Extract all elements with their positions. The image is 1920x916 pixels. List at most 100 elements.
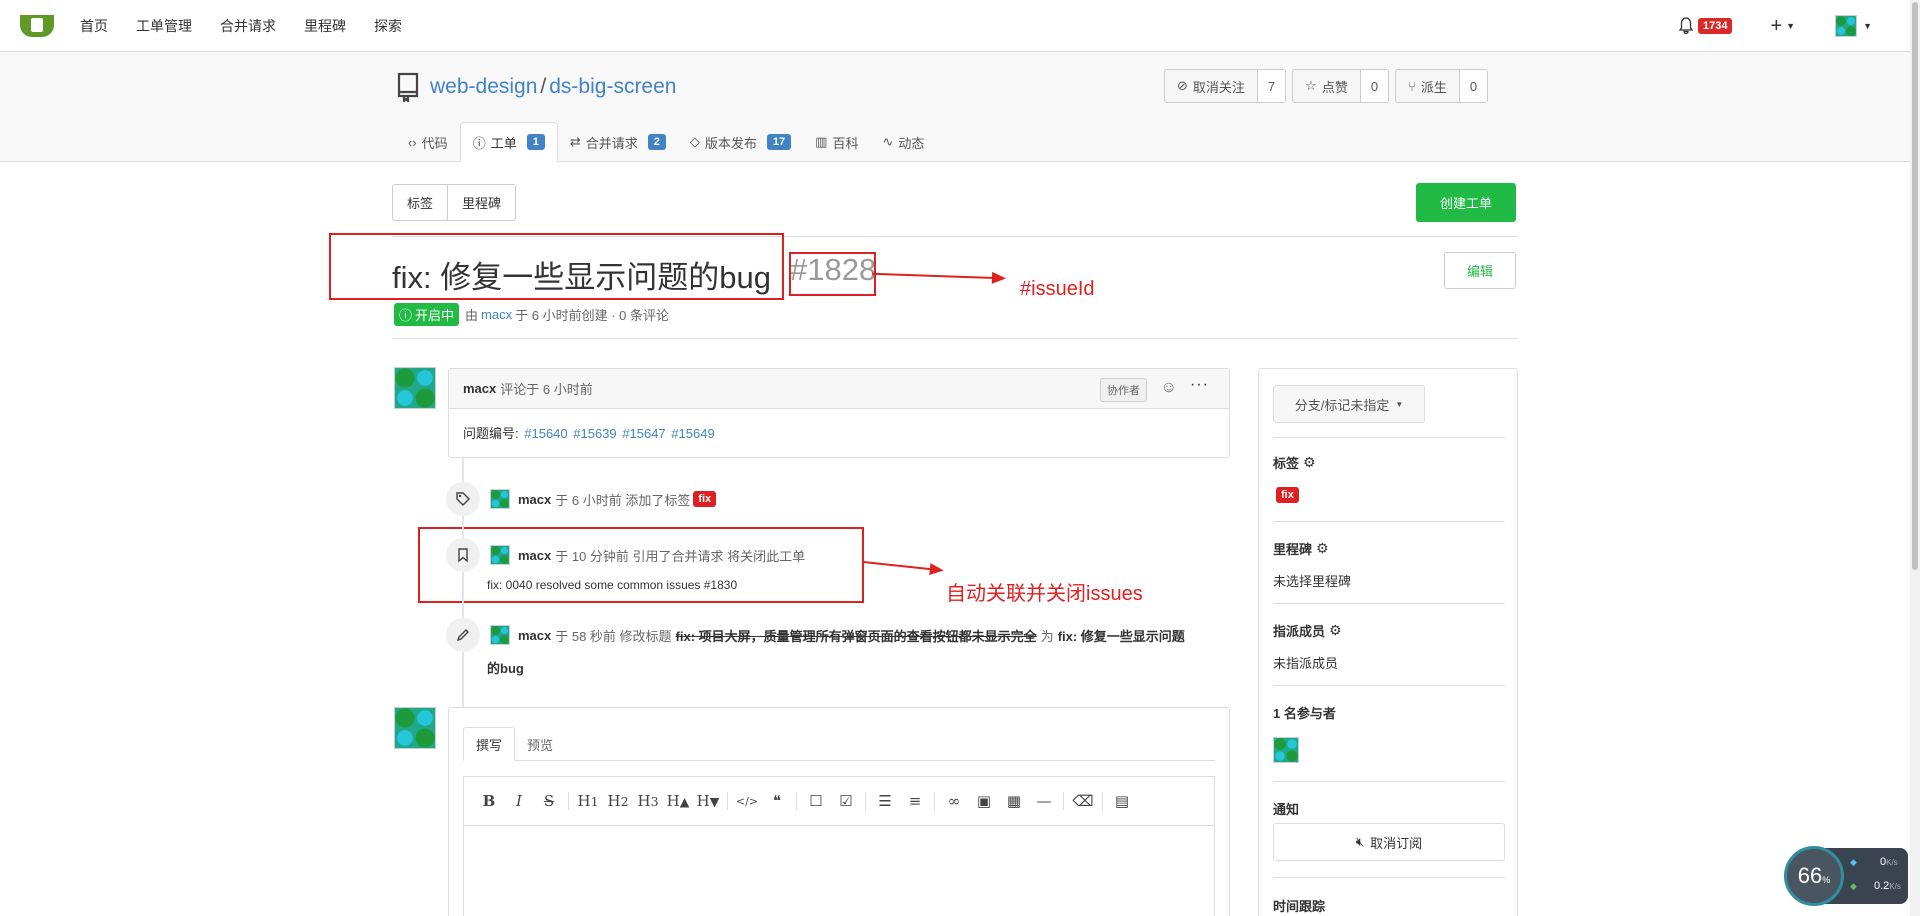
heading2-icon[interactable]: H2 bbox=[603, 792, 633, 810]
avatar[interactable] bbox=[490, 625, 510, 645]
current-user-avatar[interactable] bbox=[394, 707, 436, 749]
issue-ref-link[interactable]: #15639 bbox=[573, 426, 616, 441]
star-button[interactable]: ☆ 点赞 0 bbox=[1292, 69, 1390, 103]
tab-code[interactable]: ‹› 代码 bbox=[396, 122, 460, 162]
checkbox-checked-icon[interactable]: ☑ bbox=[831, 792, 861, 810]
nav-issues[interactable]: 工单管理 bbox=[136, 16, 192, 36]
toolbar-separator bbox=[934, 792, 935, 810]
toolbar-separator bbox=[727, 792, 728, 810]
repo-icon bbox=[396, 72, 420, 104]
gauge-percent: 66 bbox=[1797, 863, 1823, 888]
create-issue-button[interactable]: 创建工单 bbox=[1416, 183, 1516, 222]
tab-write[interactable]: 撰写 bbox=[463, 727, 516, 761]
label-badge[interactable]: fix bbox=[693, 491, 717, 507]
issue-ref-link[interactable]: #15649 bbox=[671, 426, 714, 441]
chevron-down-icon[interactable]: ▼ bbox=[1786, 21, 1795, 31]
tab-preview[interactable]: 预览 bbox=[515, 727, 565, 761]
repo-name-link[interactable]: ds-big-screen bbox=[549, 75, 676, 98]
heading3-icon[interactable]: H3 bbox=[633, 792, 663, 810]
unwatch-button[interactable]: ⊘ 取消关注 7 bbox=[1164, 69, 1287, 103]
author-link[interactable]: macx bbox=[481, 307, 512, 322]
branch-select-button[interactable]: 分支/标记未指定 ▼ bbox=[1273, 385, 1425, 423]
issue-ref-link[interactable]: #15647 bbox=[622, 426, 665, 441]
link-icon[interactable]: ∞ bbox=[939, 792, 969, 810]
cpu-gauge[interactable]: 66% bbox=[1784, 846, 1844, 906]
participant-avatar[interactable] bbox=[1273, 737, 1299, 763]
plus-icon[interactable]: + bbox=[1770, 15, 1782, 38]
nav-explore[interactable]: 探索 bbox=[374, 16, 402, 36]
comment-author[interactable]: macx bbox=[463, 381, 496, 396]
quote-icon[interactable]: ❝ bbox=[762, 792, 792, 810]
avatar[interactable] bbox=[490, 489, 510, 509]
event-text: 于 10 分钟前 引用了合并请求 将关闭此工单 bbox=[555, 548, 806, 564]
image-icon[interactable]: ▣ bbox=[969, 792, 999, 810]
tab-label: 工单 bbox=[490, 135, 517, 151]
download-speed: 0.2K/s bbox=[1874, 880, 1901, 892]
horizontal-rule-icon[interactable]: — bbox=[1029, 792, 1059, 810]
gear-icon[interactable]: ⚙ bbox=[1329, 622, 1342, 639]
issue-ref-link[interactable]: #15640 bbox=[524, 426, 567, 441]
milestone-heading[interactable]: 里程碑 ⚙ bbox=[1273, 539, 1329, 558]
repo-owner-link[interactable]: web-design bbox=[430, 75, 537, 98]
tab-releases[interactable]: ◇ 版本发布 17 bbox=[678, 122, 803, 162]
gitea-logo-icon[interactable] bbox=[20, 14, 54, 37]
gear-icon[interactable]: ⚙ bbox=[1316, 540, 1329, 557]
gauge-unit: % bbox=[1822, 875, 1831, 885]
pencil-icon bbox=[446, 618, 480, 652]
tab-label: 代码 bbox=[421, 135, 448, 151]
labels-button[interactable]: 标签 bbox=[393, 185, 447, 220]
tab-activity[interactable]: ∿ 动态 bbox=[870, 122, 936, 162]
smiley-icon[interactable]: ☺ bbox=[1161, 379, 1177, 397]
gear-icon[interactable]: ⚙ bbox=[1303, 454, 1316, 471]
repo-header: web-design / ds-big-screen ⊘ 取消关注 7 ☆ 点赞 0 ⑂… bbox=[0, 52, 1910, 162]
comment-textarea[interactable] bbox=[463, 825, 1215, 916]
event-user[interactable]: macx bbox=[518, 628, 551, 643]
nav-milestones[interactable]: 里程碑 bbox=[304, 16, 346, 36]
user-avatar[interactable] bbox=[1835, 15, 1858, 37]
event-user[interactable]: macx bbox=[518, 548, 551, 563]
scrollbar-thumb[interactable] bbox=[1912, 2, 1918, 570]
notification-count-badge[interactable]: 1734 bbox=[1697, 18, 1733, 34]
event-user[interactable]: macx bbox=[518, 492, 551, 507]
checkbox-empty-icon[interactable]: ☐ bbox=[801, 792, 831, 810]
more-options-icon[interactable]: ··· bbox=[1190, 376, 1209, 394]
toolbar-separator bbox=[865, 792, 866, 810]
bold-icon[interactable]: B bbox=[474, 792, 504, 810]
eraser-icon[interactable]: ⌫ bbox=[1068, 792, 1098, 810]
milestones-button[interactable]: 里程碑 bbox=[447, 185, 515, 220]
bell-icon[interactable] bbox=[1678, 17, 1694, 35]
avatar[interactable] bbox=[490, 545, 510, 565]
edit-title-button[interactable]: 编辑 bbox=[1444, 252, 1516, 289]
nav-home[interactable]: 首页 bbox=[80, 16, 108, 36]
code-icon[interactable]: </> bbox=[732, 795, 762, 808]
strikethrough-icon[interactable]: S bbox=[534, 792, 564, 810]
path-separator: / bbox=[540, 75, 547, 98]
assignees-heading[interactable]: 指派成员 ⚙ bbox=[1273, 621, 1342, 640]
table-icon[interactable]: ▦ bbox=[999, 792, 1029, 810]
tab-wiki[interactable]: ▥ 百科 bbox=[803, 122, 870, 162]
fork-button[interactable]: ⑂ 派生 0 bbox=[1395, 69, 1489, 103]
editor-toolbar: B I S H1 H2 H3 H▲ H▼ </> ❝ ☐ ☑ ☰ ≡ ∞ ▣ ▦… bbox=[463, 776, 1215, 826]
unsubscribe-button[interactable]: 🔇︎ 取消订阅 bbox=[1273, 823, 1505, 861]
heading-bigger-icon[interactable]: H▲ bbox=[663, 792, 693, 810]
italic-icon[interactable]: I bbox=[504, 792, 534, 810]
tab-pulls[interactable]: ⇄ 合并请求 2 bbox=[558, 122, 678, 162]
list-ordered-icon[interactable]: ≡ bbox=[900, 792, 930, 810]
chevron-down-icon[interactable]: ▼ bbox=[1863, 21, 1872, 31]
heading1-icon[interactable]: H1 bbox=[573, 792, 603, 810]
label-badge[interactable]: fix bbox=[1276, 487, 1299, 503]
bookmark-icon bbox=[446, 538, 480, 572]
labels-heading[interactable]: 标签 ⚙ bbox=[1273, 453, 1316, 472]
referenced-pr-title[interactable]: fix: 0040 resolved some common issues #1… bbox=[487, 578, 737, 592]
file-icon[interactable]: ▤ bbox=[1107, 792, 1137, 810]
watch-count[interactable]: 7 bbox=[1257, 70, 1286, 102]
comment-author-avatar[interactable] bbox=[394, 367, 436, 409]
list-unordered-icon[interactable]: ☰ bbox=[870, 792, 900, 810]
heading-smaller-icon[interactable]: H▼ bbox=[693, 792, 723, 810]
star-count[interactable]: 0 bbox=[1360, 70, 1389, 102]
nav-pulls[interactable]: 合并请求 bbox=[220, 16, 276, 36]
tab-issues[interactable]: ⓘ 工单 1 bbox=[459, 122, 558, 162]
fork-count[interactable]: 0 bbox=[1459, 70, 1488, 102]
status-text: 开启中 bbox=[415, 308, 455, 323]
divider bbox=[1273, 877, 1505, 878]
